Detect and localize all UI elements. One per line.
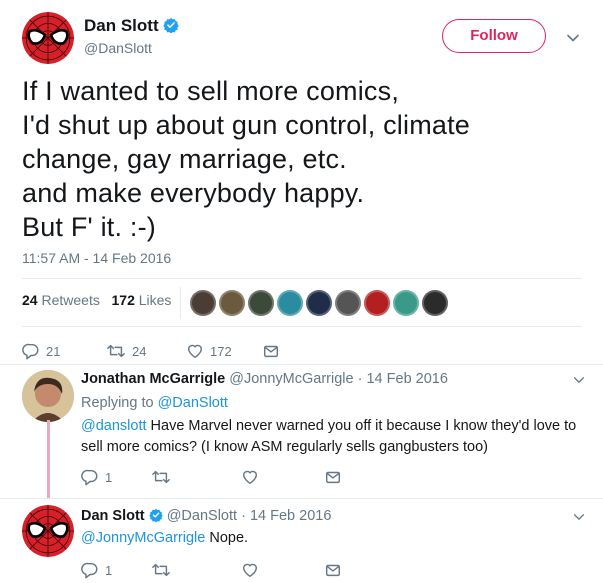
author-handle[interactable]: @DanSlott xyxy=(84,40,152,56)
reply-action[interactable]: 21 xyxy=(22,342,60,360)
engagement-stats: 24 Retweets 172 Likes xyxy=(22,292,171,308)
dm-action[interactable] xyxy=(262,342,280,360)
retweets-stat[interactable]: 24 Retweets xyxy=(22,292,100,308)
retweet-icon xyxy=(151,468,171,486)
divider xyxy=(0,364,603,365)
replying-to-handle[interactable]: @DanSlott xyxy=(158,395,228,411)
envelope-icon xyxy=(324,468,342,486)
envelope-icon xyxy=(324,561,342,579)
spiderman-avatar-icon xyxy=(22,505,74,557)
chevron-down-icon[interactable] xyxy=(572,373,586,387)
retweet-action[interactable]: 24 xyxy=(106,342,146,360)
replying-to-line: Replying to @DanSlott xyxy=(81,395,228,411)
divider xyxy=(0,498,603,499)
reply-author-avatar[interactable] xyxy=(22,505,74,557)
heart-icon xyxy=(241,561,259,579)
divider xyxy=(22,278,582,279)
reply-icon xyxy=(81,561,99,579)
liker-avatar[interactable] xyxy=(364,290,390,316)
liker-avatar[interactable] xyxy=(393,290,419,316)
reply-author-handle[interactable]: @JonnyMcGarrigle xyxy=(229,371,353,387)
liker-avatar[interactable] xyxy=(306,290,332,316)
likes-stat[interactable]: 172 Likes xyxy=(112,292,172,308)
envelope-icon xyxy=(262,342,280,360)
reply-action[interactable]: 1 xyxy=(81,468,112,486)
liker-avatar[interactable] xyxy=(219,290,245,316)
liker-avatar[interactable] xyxy=(190,290,216,316)
verified-badge-icon xyxy=(149,508,163,522)
tweet-text: If I wanted to sell more comics, I'd shu… xyxy=(22,76,471,242)
verified-badge-icon xyxy=(163,17,179,33)
like-action[interactable] xyxy=(241,468,259,486)
mention-link[interactable]: @danslott xyxy=(81,418,147,434)
reply-header: Jonathan McGarrigle @JonnyMcGarrigle · 1… xyxy=(81,371,448,387)
reply-author-avatar[interactable] xyxy=(22,370,74,422)
author-avatar[interactable] xyxy=(22,12,74,64)
user-avatar-icon xyxy=(22,370,74,422)
liker-avatar[interactable] xyxy=(248,290,274,316)
retweet-action[interactable] xyxy=(151,561,171,579)
reply-date[interactable]: 14 Feb 2016 xyxy=(250,508,331,524)
divider xyxy=(22,326,582,327)
chevron-down-icon[interactable] xyxy=(565,30,581,46)
reply-author-name[interactable]: Dan Slott xyxy=(81,508,145,524)
heart-icon xyxy=(241,468,259,486)
reply-text: @danslott Have Marvel never warned you o… xyxy=(81,418,577,455)
likers-separator xyxy=(180,287,181,319)
spiderman-avatar-icon xyxy=(22,12,74,64)
reply-author-name[interactable]: Jonathan McGarrigle xyxy=(81,371,225,387)
liker-avatar[interactable] xyxy=(335,290,361,316)
reply-author-handle[interactable]: @DanSlott xyxy=(167,508,237,524)
like-action[interactable]: 172 xyxy=(186,342,232,360)
tweet-timestamp[interactable]: 11:57 AM - 14 Feb 2016 xyxy=(22,250,171,266)
chevron-down-icon[interactable] xyxy=(572,510,586,524)
dm-action[interactable] xyxy=(324,561,342,579)
retweet-icon xyxy=(151,561,171,579)
liker-avatar[interactable] xyxy=(422,290,448,316)
liker-avatar[interactable] xyxy=(277,290,303,316)
dm-action[interactable] xyxy=(324,468,342,486)
follow-button[interactable]: Follow xyxy=(442,19,546,53)
reply-text: @JonnyMcGarrigle Nope. xyxy=(81,530,249,546)
retweet-action[interactable] xyxy=(151,468,171,486)
author-name[interactable]: Dan Slott xyxy=(84,16,179,36)
heart-icon xyxy=(186,342,204,360)
retweet-icon xyxy=(106,342,126,360)
thread-connector xyxy=(47,420,50,498)
reply-icon xyxy=(81,468,99,486)
reply-icon xyxy=(22,342,40,360)
like-action[interactable] xyxy=(241,561,259,579)
reply-action[interactable]: 1 xyxy=(81,561,112,579)
reply-date[interactable]: 14 Feb 2016 xyxy=(366,371,447,387)
reply-header: Dan Slott @DanSlott · 14 Feb 2016 xyxy=(81,508,332,524)
mention-link[interactable]: @JonnyMcGarrigle xyxy=(81,530,205,546)
